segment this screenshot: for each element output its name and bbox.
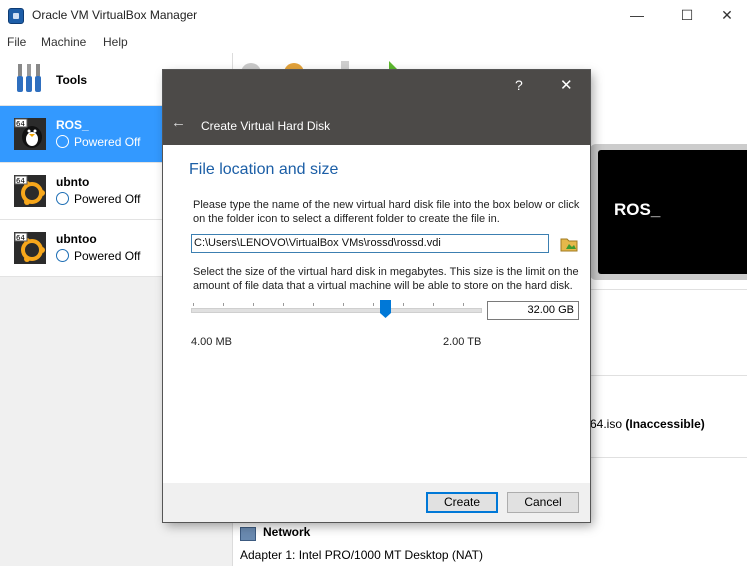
- svg-text:64: 64: [16, 120, 25, 128]
- slider-tick: [253, 303, 254, 306]
- slider-tick: [343, 303, 344, 306]
- section-title: File location and size: [189, 161, 339, 178]
- iso-state: (Inaccessible): [625, 417, 705, 431]
- choose-folder-icon[interactable]: [559, 234, 579, 253]
- storage-iso-entry: 64.iso (Inaccessible): [590, 417, 705, 431]
- vm-name: ROS_: [56, 118, 89, 132]
- slider-tick: [433, 303, 434, 306]
- divider: [590, 375, 747, 376]
- ubuntu-64-icon: 64: [14, 232, 46, 264]
- divider: [590, 457, 747, 458]
- vm-preview-name: ROS_: [614, 200, 661, 219]
- vm-preview: ROS_: [590, 144, 747, 280]
- location-instructions: Please type the name of the new virtual …: [193, 199, 580, 225]
- back-arrow-icon[interactable]: ←: [171, 114, 186, 131]
- slider-tick: [403, 303, 404, 306]
- dialog-body: File location and size Please type the n…: [163, 145, 590, 483]
- dialog-title: Create Virtual Hard Disk: [201, 119, 331, 133]
- slider-tick: [223, 303, 224, 306]
- iso-filename: 64.iso: [590, 417, 623, 431]
- power-off-icon: [56, 249, 69, 262]
- vm-status: Powered Off: [74, 249, 141, 263]
- slider-tick: [193, 303, 194, 306]
- vm-status: Powered Off: [74, 135, 141, 149]
- power-off-icon: [56, 135, 69, 148]
- close-window-button[interactable]: ✕: [704, 0, 747, 31]
- network-icon: [240, 527, 256, 541]
- create-button[interactable]: Create: [426, 492, 498, 513]
- dialog-close-button[interactable]: ✕: [560, 76, 573, 94]
- vm-name: ubntoo: [56, 232, 97, 246]
- vm-status: Powered Off: [74, 192, 141, 206]
- file-path-input[interactable]: C:\Users\LENOVO\VirtualBox VMs\rossd\ros…: [191, 234, 549, 253]
- svg-text:64: 64: [16, 177, 25, 185]
- menu-help[interactable]: Help: [103, 35, 128, 49]
- power-off-icon: [56, 192, 69, 205]
- minimize-button[interactable]: —: [614, 0, 660, 31]
- network-section-title[interactable]: Network: [263, 525, 310, 539]
- network-adapter-1: Adapter 1: Intel PRO/1000 MT Desktop (NA…: [240, 548, 483, 562]
- slider-tick: [283, 303, 284, 306]
- vm-name: ubnto: [56, 175, 90, 189]
- size-min-label: 4.00 MB: [191, 336, 232, 348]
- virtualbox-app-icon: [8, 8, 24, 24]
- create-virtual-hard-disk-dialog: ? ✕ ← Create Virtual Hard Disk File loca…: [163, 70, 590, 522]
- slider-tick: [463, 303, 464, 306]
- tools-label: Tools: [56, 73, 88, 87]
- dialog-header: ? ✕ ← Create Virtual Hard Disk: [163, 70, 590, 145]
- slider-tick: [373, 303, 374, 306]
- svg-text:64: 64: [16, 234, 25, 242]
- tools-icon: [17, 64, 41, 92]
- linux-64-icon: 64: [14, 118, 46, 150]
- window-title: Oracle VM VirtualBox Manager: [32, 8, 198, 22]
- ubuntu-64-icon: 64: [14, 175, 46, 207]
- cancel-button[interactable]: Cancel: [507, 492, 579, 513]
- size-instructions: Select the size of the virtual hard disk…: [193, 266, 579, 292]
- help-button[interactable]: ?: [515, 77, 523, 93]
- size-input[interactable]: 32.00 GB: [487, 301, 579, 320]
- divider: [590, 289, 747, 290]
- title-bar: Oracle VM VirtualBox Manager — ☐ ✕: [0, 0, 747, 31]
- menu-bar: File Machine Help: [0, 31, 747, 53]
- menu-file[interactable]: File: [7, 35, 26, 49]
- size-max-label: 2.00 TB: [443, 336, 482, 348]
- size-slider-thumb[interactable]: [380, 300, 391, 318]
- vm-preview-screen: ROS_: [598, 150, 747, 274]
- size-slider-track[interactable]: [191, 308, 482, 313]
- slider-tick: [313, 303, 314, 306]
- menu-machine[interactable]: Machine: [41, 35, 86, 49]
